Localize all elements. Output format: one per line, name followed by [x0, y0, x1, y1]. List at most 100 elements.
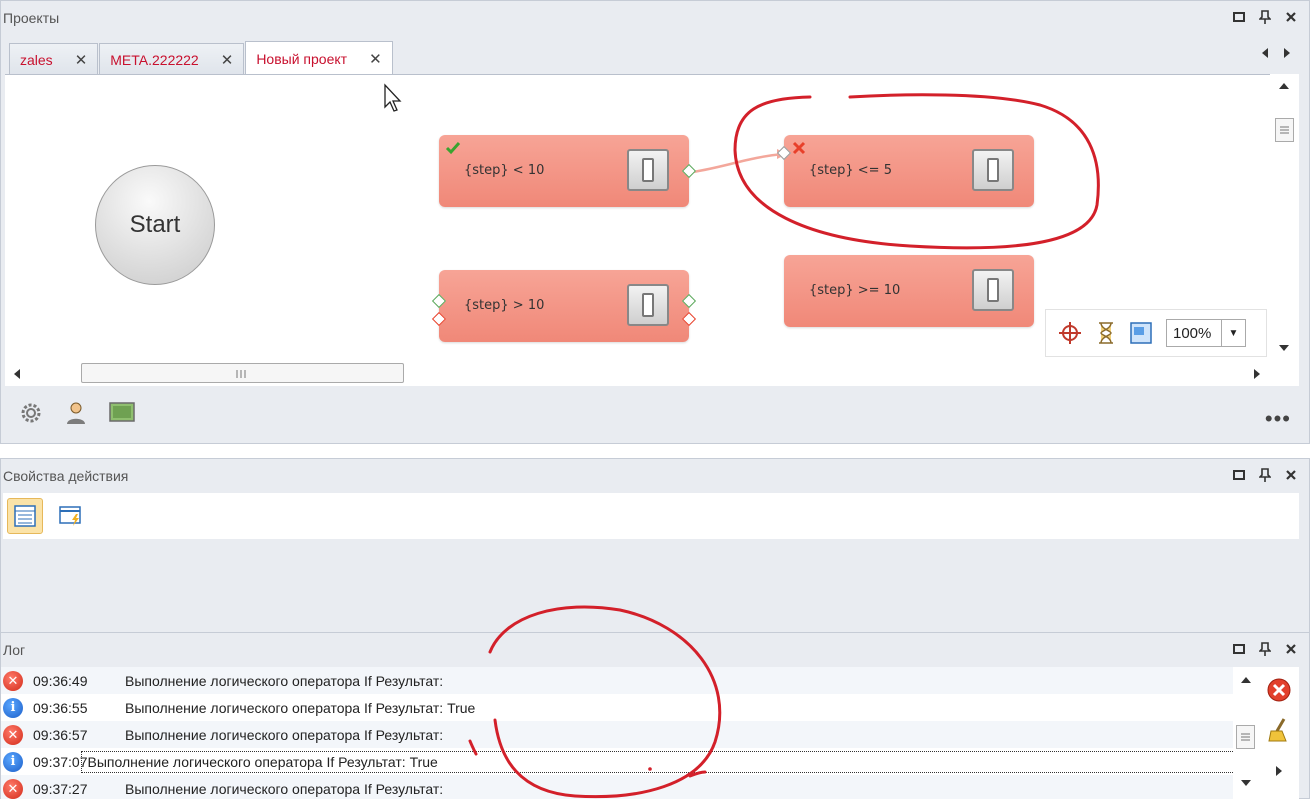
switch-icon [627, 149, 669, 191]
canvas-vertical-scrollbar[interactable] [1270, 74, 1299, 360]
info-icon: i [3, 697, 23, 718]
events-button[interactable] [53, 498, 89, 534]
hourglass-icon[interactable] [1096, 321, 1116, 345]
zoom-value: 100% [1173, 324, 1212, 342]
log-actions [1259, 667, 1299, 799]
node-label: {step} < 10 [464, 163, 545, 178]
log-row[interactable]: ✕ 09:36:57 Выполнение логического операт… [1, 721, 1233, 748]
scroll-thumb[interactable] [1275, 118, 1294, 142]
condition-node[interactable]: {step} > 10 [431, 270, 697, 342]
image-icon[interactable] [109, 401, 135, 423]
scroll-up-icon[interactable] [1278, 82, 1290, 90]
gear-icon[interactable] [19, 401, 43, 425]
log-row[interactable]: ✕ 09:36:49 Выполнение логического операт… [1, 667, 1233, 694]
log-vertical-scrollbar[interactable] [1233, 667, 1259, 799]
pin-icon[interactable] [1257, 9, 1273, 25]
maximize-icon[interactable] [1231, 641, 1247, 657]
tab-label: META.222222 [110, 51, 199, 68]
crosshair-icon[interactable] [1058, 321, 1082, 345]
log-panel-header: Лог [1, 633, 1309, 667]
scroll-down-icon[interactable] [1240, 779, 1252, 787]
workflow-canvas[interactable]: Start {step} < 10 {step} <= 5 {step} > 1… [5, 74, 1270, 360]
zoom-select[interactable]: 100% ▼ [1166, 319, 1246, 347]
canvas-tools: 100% ▼ [1045, 309, 1267, 357]
scroll-thumb[interactable] [81, 363, 404, 383]
properties-panel-controls [1231, 467, 1299, 483]
tab-meta[interactable]: META.222222 ✕ [99, 43, 245, 75]
chevron-down-icon[interactable]: ▼ [1221, 320, 1245, 346]
property-grid-icon [14, 505, 36, 527]
log-time: 09:37:07 [33, 753, 88, 770]
projects-panel: Проекты zales ✕ META.222222 ✕ Новый прое… [0, 0, 1310, 444]
events-icon [59, 506, 81, 526]
node-label: {step} > 10 [464, 298, 545, 313]
log-list[interactable]: ✕ 09:36:49 Выполнение логического операт… [1, 667, 1233, 799]
projects-panel-title: Проекты [3, 10, 60, 26]
tab-close-icon[interactable]: ✕ [369, 50, 382, 68]
properties-panel: Свойства действия [0, 458, 1310, 634]
canvas-horizontal-scrollbar[interactable] [5, 360, 1270, 386]
scroll-right-icon[interactable] [1275, 765, 1283, 777]
switch-icon [972, 269, 1014, 311]
log-row-selected[interactable]: i 09:37:07 Выполнение логического операт… [1, 748, 1233, 775]
log-row[interactable]: i 09:36:55 Выполнение логического операт… [1, 694, 1233, 721]
check-icon [445, 142, 461, 155]
properties-panel-header: Свойства действия [1, 459, 1309, 493]
close-icon[interactable] [1283, 467, 1299, 483]
mouse-cursor-icon [384, 83, 402, 112]
log-message: Выполнение логического оператора If Резу… [125, 780, 444, 797]
error-icon: ✕ [3, 670, 23, 691]
pin-icon[interactable] [1257, 467, 1273, 483]
node-label: {step} <= 5 [809, 163, 892, 178]
tab-new-project[interactable]: Новый проект ✕ [245, 41, 393, 76]
clear-errors-icon[interactable] [1266, 677, 1292, 703]
log-row[interactable]: ✕ 09:37:27 Выполнение логического операт… [1, 775, 1233, 799]
log-message: Выполнение логического оператора If Резу… [80, 750, 1233, 773]
tab-close-icon[interactable]: ✕ [75, 51, 88, 69]
error-x-icon [792, 141, 806, 155]
node-label: {step} >= 10 [809, 283, 901, 298]
pin-icon[interactable] [1257, 641, 1273, 657]
log-panel: Лог ✕ 09:36:49 Выполнение логического оп… [0, 632, 1310, 799]
log-time: 09:36:49 [33, 672, 88, 689]
project-toolbar [19, 401, 135, 425]
log-message: Выполнение логического оператора If Резу… [125, 672, 444, 689]
close-icon[interactable] [1283, 9, 1299, 25]
broom-icon[interactable] [1266, 717, 1292, 743]
log-message: Выполнение логического оператора If Резу… [125, 726, 444, 743]
projects-panel-header: Проекты [1, 1, 1309, 35]
tab-close-icon[interactable]: ✕ [221, 51, 234, 69]
error-icon: ✕ [3, 724, 23, 745]
info-icon: i [3, 751, 23, 772]
log-time: 09:37:27 [33, 780, 88, 797]
maximize-icon[interactable] [1231, 467, 1247, 483]
chevron-left-icon[interactable] [1261, 47, 1269, 59]
tab-navigation [1261, 47, 1291, 59]
properties-panel-title: Свойства действия [3, 468, 129, 484]
scroll-down-icon[interactable] [1278, 344, 1290, 352]
more-options-icon[interactable]: ••• [1265, 406, 1291, 432]
log-time: 09:36:57 [33, 726, 88, 743]
maximize-icon[interactable] [1231, 9, 1247, 25]
log-panel-title: Лог [3, 642, 26, 658]
error-icon: ✕ [3, 778, 23, 799]
scroll-thumb[interactable] [1236, 725, 1255, 749]
tab-zales[interactable]: zales ✕ [9, 43, 99, 75]
properties-toolbar [3, 493, 1299, 539]
tab-label: Новый проект [256, 51, 348, 67]
log-time: 09:36:55 [33, 699, 88, 716]
log-message: Выполнение логического оператора If Резу… [125, 699, 476, 716]
scroll-left-icon[interactable] [13, 368, 21, 380]
close-icon[interactable] [1283, 641, 1299, 657]
property-grid-button[interactable] [7, 498, 43, 534]
window-icon[interactable] [1130, 322, 1152, 344]
condition-node[interactable]: {step} <= 5 [776, 135, 1034, 207]
scrollbar-corner [1270, 360, 1299, 386]
condition-node[interactable]: {step} < 10 [439, 135, 697, 207]
switch-icon [627, 284, 669, 326]
scroll-right-icon[interactable] [1253, 368, 1261, 380]
condition-node[interactable]: {step} >= 10 [784, 255, 1034, 327]
scroll-up-icon[interactable] [1240, 676, 1252, 684]
chevron-right-icon[interactable] [1283, 47, 1291, 59]
user-icon[interactable] [65, 401, 87, 425]
